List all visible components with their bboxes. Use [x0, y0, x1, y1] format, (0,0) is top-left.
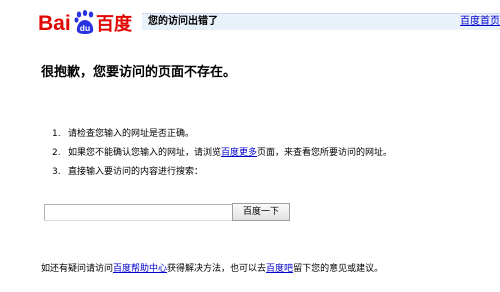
- page-title: 您的访问出错了: [148, 16, 218, 27]
- logo-text-du: du: [80, 23, 90, 33]
- paw-icon: du: [74, 10, 94, 34]
- list-number: 3.: [52, 167, 61, 177]
- footer-text: 留下您的意见或建议。: [293, 264, 384, 274]
- list-item: 3. 直接输入要访问的内容进行搜索：: [52, 163, 392, 182]
- tip-text: 页面，来查看您所要访问的网址。: [257, 148, 393, 158]
- search-button[interactable]: 百度一下: [232, 203, 290, 221]
- list-number: 2.: [52, 148, 61, 158]
- list-item: 2. 如果您不能确认您输入的网址，请浏览百度更多页面，来查看您所要访问的网址。: [52, 144, 392, 163]
- baidu-logo[interactable]: Bai du 百度: [38, 9, 138, 37]
- tip-text: 请检查您输入的网址是否正确。: [68, 129, 195, 139]
- footer: 如还有疑问请访问百度帮助中心获得解决方法，也可以去百度吧留下您的意见或建议。: [41, 262, 383, 276]
- tip-text: 如果您不能确认您输入的网址，请浏览: [68, 148, 222, 158]
- search-input[interactable]: [44, 204, 236, 221]
- baidu-more-link[interactable]: 百度更多: [221, 148, 257, 158]
- baidu-home-link[interactable]: 百度首页: [460, 14, 500, 30]
- footer-text: 如还有疑问请访问: [41, 264, 114, 274]
- logo-text-baidu-cn: 百度: [96, 13, 133, 35]
- footer-text: 获得解决方法，也可以去: [167, 264, 267, 274]
- baidu-logo-graphic: Bai du 百度: [38, 10, 133, 35]
- tips-list: 1. 请检查您输入的网址是否正确。 2. 如果您不能确认您输入的网址，请浏览百度更多…: [52, 125, 392, 182]
- error-headline: 很抱歉，您要访问的页面不存在。: [41, 65, 237, 80]
- tip-text: 直接输入要访问的内容进行搜索：: [68, 167, 204, 177]
- list-item: 1. 请检查您输入的网址是否正确。: [52, 125, 392, 144]
- baidu-tieba-link[interactable]: 百度吧: [266, 264, 293, 274]
- logo-text-bai: Bai: [38, 12, 71, 35]
- header: Bai du 百度 您的访问出错了 百度首页: [0, 0, 500, 40]
- title-bar: 您的访问出错了 百度首页: [142, 13, 500, 30]
- list-number: 1.: [52, 129, 61, 139]
- help-center-link[interactable]: 百度帮助中心: [113, 264, 167, 274]
